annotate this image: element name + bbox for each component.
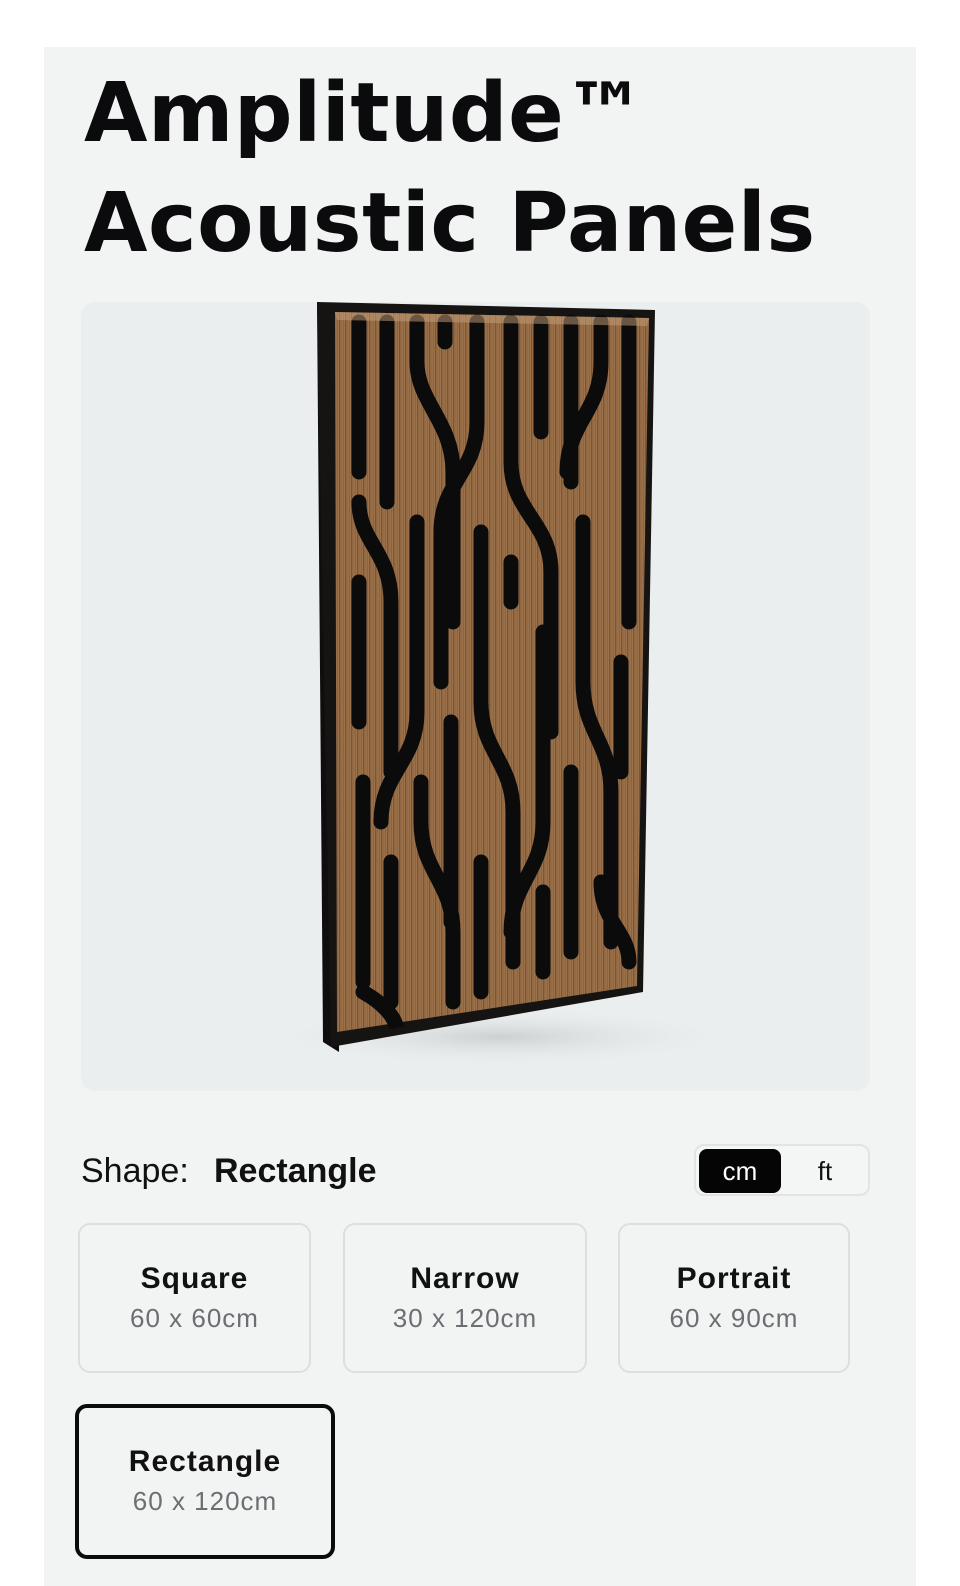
unit-cm-button[interactable]: cm: [699, 1149, 781, 1193]
product-title-line-2: Acoustic Panels: [84, 176, 816, 271]
shape-option-name: Rectangle: [128, 1445, 282, 1478]
shape-option-name: Narrow: [410, 1262, 520, 1295]
shape-option-rectangle[interactable]: Rectangle 60 x 120cm: [75, 1404, 335, 1559]
shape-label: Shape:: [81, 1152, 189, 1190]
product-title-line-1: Amplitude™: [84, 66, 647, 161]
shape-option-portrait[interactable]: Portrait 60 x 90cm: [618, 1223, 850, 1373]
acoustic-panel-illustration: [261, 302, 741, 1067]
unit-ft-button[interactable]: ft: [784, 1149, 866, 1193]
shape-selector-header: Shape: Rectangle cm ft: [81, 1144, 870, 1197]
shape-option-size: 60 x 120cm: [132, 1486, 278, 1516]
shape-option-name: Square: [140, 1262, 249, 1295]
product-image: [81, 302, 870, 1091]
shape-option-narrow[interactable]: Narrow 30 x 120cm: [343, 1223, 587, 1373]
shape-option-size: 30 x 120cm: [392, 1303, 538, 1333]
shape-option-square[interactable]: Square 60 x 60cm: [78, 1223, 311, 1373]
product-page: Amplitude™ Acoustic Panels Shape: Rectan…: [44, 47, 916, 1586]
product-title: Amplitude™ Acoustic Panels: [84, 59, 816, 279]
unit-toggle[interactable]: cm ft: [694, 1144, 870, 1196]
shape-option-size: 60 x 60cm: [130, 1303, 259, 1333]
shape-selected-value: Rectangle: [214, 1152, 377, 1190]
shape-option-name: Portrait: [676, 1262, 792, 1295]
shape-option-size: 60 x 90cm: [669, 1303, 799, 1333]
